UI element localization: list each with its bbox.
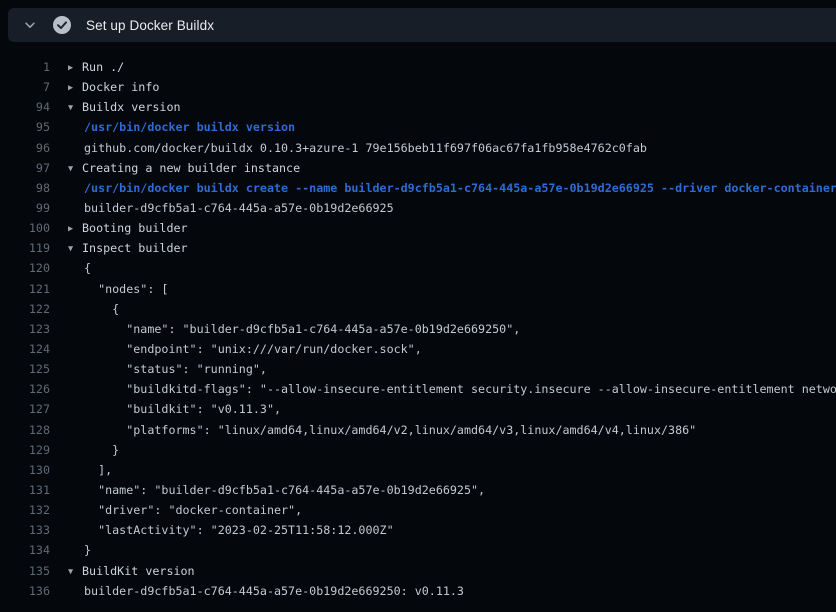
log-line[interactable]: 119 ▼Inspect builder	[0, 238, 836, 258]
log-line-number[interactable]: 123	[0, 319, 50, 339]
log-line: 121 "nodes": [	[0, 279, 836, 299]
log-line-text: /usr/bin/docker buildx version	[50, 117, 295, 137]
log-line-text: ▼Inspect builder	[50, 238, 188, 258]
log-line-number[interactable]: 122	[0, 299, 50, 319]
log-line-text: builder-d9cfb5a1-c764-445a-a57e-0b19d2e6…	[50, 581, 464, 601]
log-line: 134 }	[0, 540, 836, 560]
log-line: 130 ],	[0, 460, 836, 480]
log-line-number[interactable]: 121	[0, 279, 50, 299]
log-line-text: "name": "builder-d9cfb5a1-c764-445a-a57e…	[50, 480, 485, 500]
log-line: 122 {	[0, 299, 836, 319]
log-line-number[interactable]: 131	[0, 480, 50, 500]
log-line[interactable]: 1 ▶Run ./	[0, 57, 836, 77]
log-line-number[interactable]: 95	[0, 117, 50, 137]
log-line-text: ],	[50, 460, 112, 480]
log-line: 125 "status": "running",	[0, 359, 836, 379]
log-line-number[interactable]: 132	[0, 500, 50, 520]
log-line-text: ▼BuildKit version	[50, 561, 195, 581]
group-collapsed-marker-icon[interactable]: ▶	[68, 78, 82, 97]
log-line-text: github.com/docker/buildx 0.10.3+azure-1 …	[50, 138, 647, 158]
log-line-number[interactable]: 97	[0, 158, 50, 178]
log-line[interactable]: 97 ▼Creating a new builder instance	[0, 158, 836, 178]
log-line: 99 builder-d9cfb5a1-c764-445a-a57e-0b19d…	[0, 198, 836, 218]
log-line-text: "buildkitd-flags": "--allow-insecure-ent…	[50, 379, 836, 399]
step-header[interactable]: Set up Docker Buildx	[8, 8, 836, 42]
log-line-number[interactable]: 128	[0, 420, 50, 440]
log-line: 120 {	[0, 258, 836, 278]
step-title: Set up Docker Buildx	[86, 18, 214, 33]
log-line-number[interactable]: 120	[0, 258, 50, 278]
group-expanded-marker-icon[interactable]: ▼	[68, 562, 82, 581]
log-line-number[interactable]: 133	[0, 520, 50, 540]
log-line-text: {	[50, 258, 91, 278]
log-line-number[interactable]: 124	[0, 339, 50, 359]
log-line-text: "buildkit": "v0.11.3",	[50, 399, 281, 419]
group-collapsed-marker-icon[interactable]: ▶	[68, 58, 82, 77]
log-line: 95 /usr/bin/docker buildx version	[0, 117, 836, 137]
log-line-number[interactable]: 125	[0, 359, 50, 379]
log-line-number[interactable]: 100	[0, 218, 50, 238]
log-line-text: ▶Booting builder	[50, 218, 188, 238]
log-line-number[interactable]: 130	[0, 460, 50, 480]
log-line-text: "lastActivity": "2023-02-25T11:58:12.000…	[50, 520, 394, 540]
log-line[interactable]: 135 ▼BuildKit version	[0, 561, 836, 581]
log-line-text: ▶Run ./	[50, 57, 124, 77]
log-line: 132 "driver": "docker-container",	[0, 500, 836, 520]
group-collapsed-marker-icon[interactable]: ▶	[68, 219, 82, 238]
log-line-number[interactable]: 99	[0, 198, 50, 218]
log-line-text: /usr/bin/docker buildx create --name bui…	[50, 178, 836, 198]
log-line-text: ▼Creating a new builder instance	[50, 158, 300, 178]
group-expanded-marker-icon[interactable]: ▼	[68, 98, 82, 117]
log-line: 131 "name": "builder-d9cfb5a1-c764-445a-…	[0, 480, 836, 500]
log-line-number[interactable]: 126	[0, 379, 50, 399]
log-line-text: builder-d9cfb5a1-c764-445a-a57e-0b19d2e6…	[50, 198, 394, 218]
log-line-text: {	[50, 299, 119, 319]
log-line: 98 /usr/bin/docker buildx create --name …	[0, 178, 836, 198]
log-line-text: ▼Buildx version	[50, 97, 181, 117]
log-line-number[interactable]: 134	[0, 540, 50, 560]
log-line-text: }	[50, 440, 119, 460]
log-line-text: "platforms": "linux/amd64,linux/amd64/v2…	[50, 420, 696, 440]
log-line-number[interactable]: 136	[0, 581, 50, 601]
log-line-number[interactable]: 119	[0, 238, 50, 258]
log-line[interactable]: 100 ▶Booting builder	[0, 218, 836, 238]
log-line-number[interactable]: 127	[0, 399, 50, 419]
log-line-number[interactable]: 98	[0, 178, 50, 198]
group-expanded-marker-icon[interactable]: ▼	[68, 239, 82, 258]
log-line-number[interactable]: 1	[0, 57, 50, 77]
log-line-number[interactable]: 135	[0, 561, 50, 581]
chevron-down-icon[interactable]	[22, 17, 38, 33]
log-line: 123 "name": "builder-d9cfb5a1-c764-445a-…	[0, 319, 836, 339]
log-line: 129 }	[0, 440, 836, 460]
log-line: 133 "lastActivity": "2023-02-25T11:58:12…	[0, 520, 836, 540]
log-line-text: }	[50, 540, 91, 560]
log-line[interactable]: 7 ▶Docker info	[0, 77, 836, 97]
log-line-number[interactable]: 7	[0, 77, 50, 97]
log-line: 136 builder-d9cfb5a1-c764-445a-a57e-0b19…	[0, 581, 836, 601]
group-expanded-marker-icon[interactable]: ▼	[68, 159, 82, 178]
log-line-number[interactable]: 129	[0, 440, 50, 460]
log-viewer: 1 ▶Run ./ 7 ▶Docker info 94 ▼Buildx vers…	[0, 42, 836, 601]
log-line: 96 github.com/docker/buildx 0.10.3+azure…	[0, 138, 836, 158]
log-line-text: "name": "builder-d9cfb5a1-c764-445a-a57e…	[50, 319, 520, 339]
log-line: 128 "platforms": "linux/amd64,linux/amd6…	[0, 420, 836, 440]
log-line[interactable]: 94 ▼Buildx version	[0, 97, 836, 117]
log-line: 127 "buildkit": "v0.11.3",	[0, 399, 836, 419]
log-line-number[interactable]: 96	[0, 138, 50, 158]
log-line-text: "nodes": [	[50, 279, 168, 299]
check-circle-icon	[52, 15, 72, 35]
log-line: 126 "buildkitd-flags": "--allow-insecure…	[0, 379, 836, 399]
log-line-text: "status": "running",	[50, 359, 267, 379]
log-line-number[interactable]: 94	[0, 97, 50, 117]
log-line-text: "endpoint": "unix:///var/run/docker.sock…	[50, 339, 422, 359]
log-line: 124 "endpoint": "unix:///var/run/docker.…	[0, 339, 836, 359]
log-line-text: "driver": "docker-container",	[50, 500, 302, 520]
log-line-text: ▶Docker info	[50, 77, 159, 97]
